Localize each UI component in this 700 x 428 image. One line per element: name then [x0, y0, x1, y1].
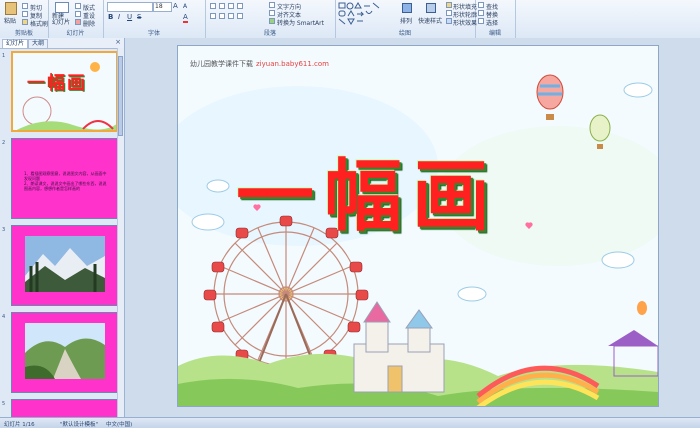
status-bar: 幻灯片 1/16 "默认设计模板" 中文(中国)	[0, 417, 700, 428]
panel-tabs: 幻灯片 大纲 ×	[0, 38, 124, 49]
close-panel-icon[interactable]: ×	[115, 38, 121, 46]
shapes-gallery-icon	[338, 2, 380, 25]
delete-icon	[75, 19, 81, 25]
bullets-icon[interactable]	[210, 3, 216, 9]
watermark-url: ziyuan.baby611.com	[256, 60, 330, 68]
slides-panel: 幻灯片 大纲 × 1 一幅画 2 1、看插图观察图意，说说图文内容，从画面中发现…	[0, 38, 125, 417]
slide-thumbnail-5[interactable]	[11, 399, 118, 417]
slide-canvas[interactable]: 幼儿园教学课件下载 ziyuan.baby611.com 一幅画	[177, 45, 659, 407]
new-slide-label: 新建 幻灯片	[52, 13, 71, 26]
decrease-indent-icon[interactable]	[228, 3, 234, 9]
slide-number: 4	[2, 314, 6, 320]
paste-label: 粘贴	[4, 18, 17, 25]
watermark-label: 幼儿园教学课件下载	[190, 60, 253, 68]
thumb-illustration	[16, 62, 116, 130]
arrange-label: 排列	[400, 18, 413, 25]
smartart-label: 转换为 SmartArt	[277, 20, 324, 27]
underline-button[interactable]: U	[127, 13, 132, 21]
shapes-gallery[interactable]	[338, 2, 396, 26]
mountain-photo	[25, 236, 105, 292]
smartart-icon	[269, 18, 275, 24]
effects-icon	[446, 18, 452, 24]
slide-number: 1	[2, 53, 6, 59]
tab-slides[interactable]: 幻灯片	[2, 39, 29, 48]
cursor-icon	[478, 18, 484, 24]
paste-button[interactable]: 粘贴	[3, 2, 19, 26]
arrange-button[interactable]: 排列	[399, 2, 417, 26]
bold-button[interactable]: B	[108, 13, 113, 21]
text-direction-icon	[269, 2, 275, 8]
justify-icon[interactable]	[237, 13, 243, 19]
slide-number: 3	[2, 227, 6, 233]
align-left-icon[interactable]	[210, 13, 216, 19]
group-clipboard: 粘贴 剪切 复制 格式刷 剪贴板	[0, 0, 49, 38]
font-color-button[interactable]: A	[183, 13, 188, 23]
tab-outline[interactable]: 大纲	[28, 39, 49, 48]
paint-bucket-icon	[446, 2, 452, 8]
slide-number: 2	[2, 140, 6, 146]
numbering-icon[interactable]	[219, 3, 225, 9]
pen-icon	[446, 10, 452, 16]
new-slide-icon	[55, 2, 69, 13]
italic-button[interactable]: I	[118, 13, 120, 21]
ribbon: 粘贴 剪切 复制 格式刷 剪贴板 新建 幻灯片 版式 重设 删除 幻灯片 18 …	[0, 0, 700, 39]
slide-thumbnail-1[interactable]: 一幅画	[11, 51, 118, 132]
group-label-editing: 编辑	[488, 30, 501, 37]
group-font: 18 A A B I U S A 字体	[103, 0, 206, 38]
align-right-icon[interactable]	[228, 13, 234, 19]
binoculars-icon	[478, 2, 484, 8]
group-drawing: 排列 快速样式 形状填充 形状轮廓 形状效果 绘图	[335, 0, 478, 38]
copy-icon	[22, 11, 28, 17]
slide-number: 5	[2, 401, 6, 407]
scroll-thumb[interactable]	[118, 56, 123, 136]
group-label-font: 字体	[147, 30, 160, 37]
castle-icon	[353, 301, 445, 393]
layout-icon	[75, 3, 81, 9]
increase-indent-icon[interactable]	[237, 3, 243, 9]
thumb-text: 1、看插图观察图意，说说图文内容，从画面中发现问题 2、朗读课文，说说文中画出了…	[24, 171, 107, 191]
font-size-box[interactable]: 18	[153, 2, 172, 12]
replace-icon	[478, 10, 484, 16]
select-label: 选择	[486, 20, 499, 27]
shrink-font-button[interactable]: A	[183, 3, 192, 11]
slide-editor: 幼儿园教学课件下载 ziyuan.baby611.com 一幅画	[125, 38, 700, 417]
group-slides: 新建 幻灯片 版式 重设 删除 幻灯片	[48, 0, 104, 38]
group-paragraph: 文字方向 对齐文本 转换为 SmartArt 段落	[205, 0, 336, 38]
arrange-icon	[402, 3, 412, 13]
watermark-text: 幼儿园教学课件下载 ziyuan.baby611.com	[190, 59, 329, 69]
shape-effects-label: 形状效果	[453, 20, 478, 27]
brush-icon	[22, 19, 28, 25]
slide-thumbnail-4[interactable]	[11, 312, 118, 393]
group-label-slides: 幻灯片	[66, 30, 85, 37]
paste-icon	[5, 2, 17, 15]
group-editing: 查找 替换 选择 编辑	[475, 0, 516, 38]
reset-icon	[75, 11, 81, 17]
font-name-box[interactable]	[107, 2, 153, 12]
quick-styles-icon	[426, 3, 436, 13]
group-label-paragraph: 段落	[263, 30, 276, 37]
format-painter-label: 格式刷	[30, 21, 49, 28]
slide-thumbnail-2[interactable]: 1、看插图观察图意，说说图文内容，从画面中发现问题 2、朗读课文，说说文中画出了…	[11, 138, 118, 219]
group-label-drawing: 绘图	[398, 30, 411, 37]
strikethrough-button[interactable]: S	[137, 13, 141, 21]
scissors-icon	[22, 3, 28, 9]
group-label-clipboard: 剪贴板	[14, 30, 33, 37]
align-center-icon[interactable]	[219, 13, 225, 19]
slide-title[interactable]: 一幅画	[236, 134, 500, 246]
align-text-icon	[269, 10, 275, 16]
grow-font-button[interactable]: A	[173, 2, 182, 10]
quick-styles-label: 快速样式	[418, 18, 443, 25]
slide-thumbnail-3[interactable]	[11, 225, 118, 306]
valley-photo	[25, 323, 105, 379]
delete-label: 删除	[83, 21, 96, 28]
new-slide-button[interactable]: 新建 幻灯片	[52, 2, 72, 28]
quick-styles-button[interactable]: 快速样式	[418, 2, 443, 26]
panel-scrollbar[interactable]	[117, 48, 124, 417]
